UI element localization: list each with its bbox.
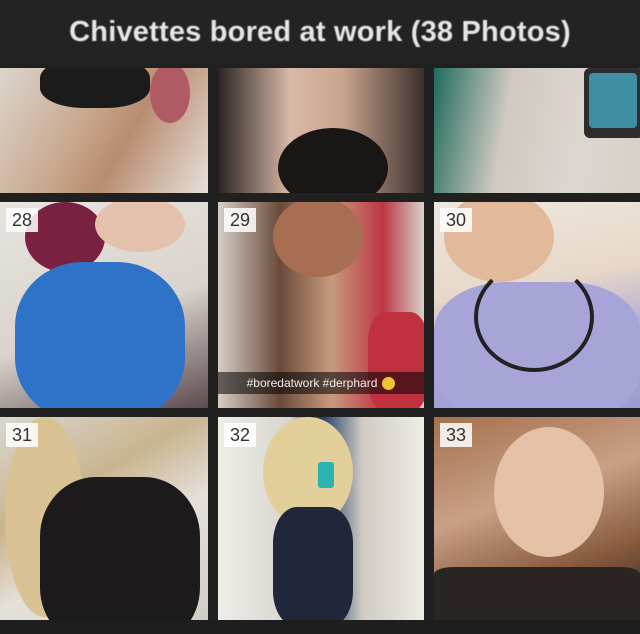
photo-tile[interactable] (0, 68, 208, 193)
photo-shape (15, 262, 185, 408)
photo-tile[interactable]: 28 (0, 202, 208, 408)
gallery-title: Chivettes bored at work (38 Photos) (69, 15, 571, 48)
photo-tile[interactable]: 29 #boredatwork #derphard (218, 202, 424, 408)
phone-shape (318, 462, 334, 488)
photo-tile[interactable]: 32 (218, 417, 424, 623)
caption-text: #boredatwork #derphard (246, 376, 378, 390)
photo-shape (40, 477, 200, 623)
stethoscope-shape (474, 262, 594, 372)
photo-number: 30 (440, 208, 473, 232)
photo-number: 28 (6, 208, 39, 232)
photo-grid: 28 29 #boredatwork #derphard 30 31 32 33 (0, 64, 640, 634)
photo-shape (589, 73, 637, 128)
gallery-header: Chivettes bored at work (38 Photos) (0, 0, 640, 64)
photo-tile[interactable] (218, 68, 424, 193)
grid-bottom-edge (0, 620, 640, 634)
photo-shape (273, 507, 353, 623)
photo-tile[interactable]: 31 (0, 417, 208, 623)
photo-caption: #boredatwork #derphard (218, 372, 424, 394)
photo-tile[interactable] (434, 68, 640, 193)
photo-shape (494, 427, 604, 557)
photo-number: 31 (6, 423, 39, 447)
photo-tile[interactable]: 33 (434, 417, 640, 623)
photo-number: 32 (224, 423, 257, 447)
photo-number: 29 (224, 208, 257, 232)
smiley-icon (382, 376, 396, 390)
photo-shape (40, 68, 150, 108)
photo-number: 33 (440, 423, 473, 447)
photo-tile[interactable]: 30 (434, 202, 640, 408)
photo-shape (434, 567, 640, 623)
